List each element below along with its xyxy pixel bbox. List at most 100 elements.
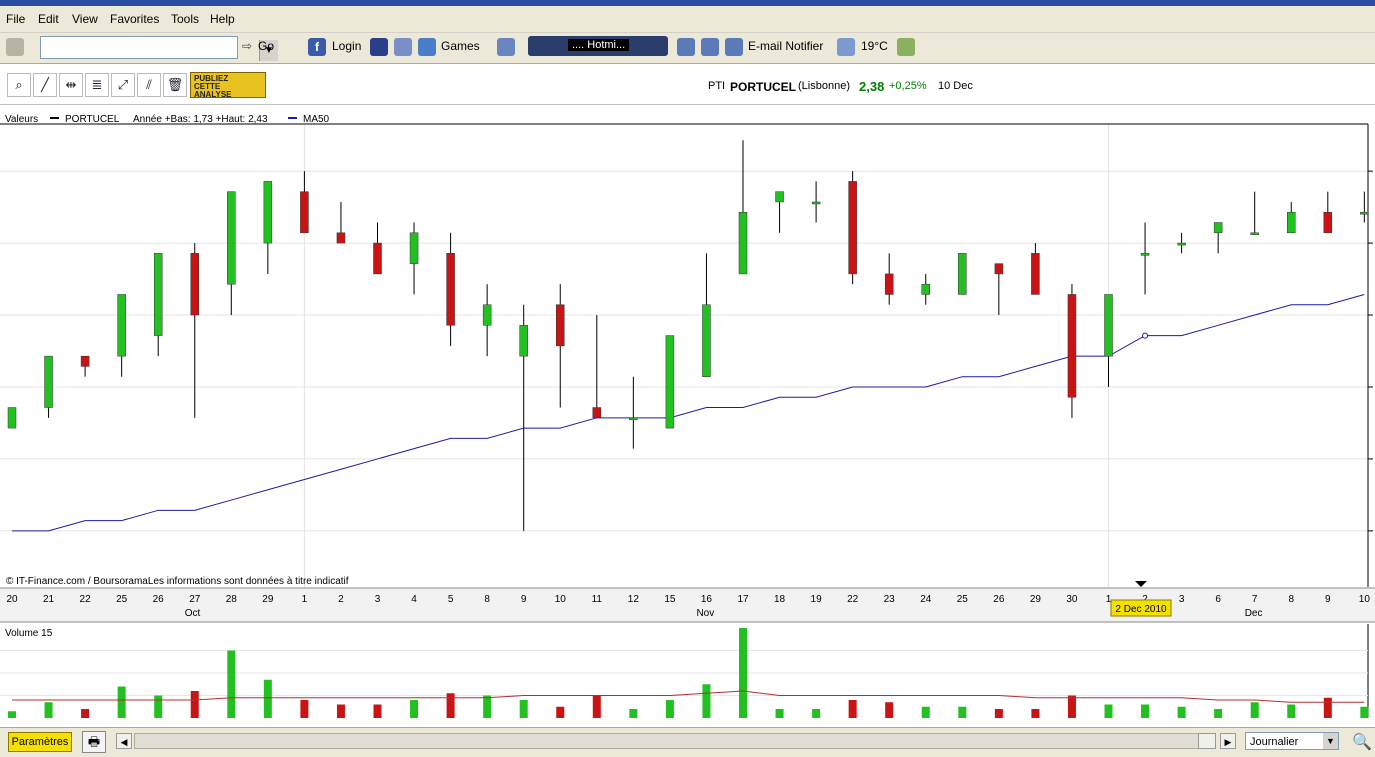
- date-tick-label: 8: [484, 594, 490, 605]
- weather-icon[interactable]: [837, 38, 855, 56]
- candle-body: [811, 201, 821, 205]
- quote-code: PTI: [708, 80, 726, 92]
- addon-icon[interactable]: [897, 38, 915, 56]
- toolbar-logo-icon[interactable]: [6, 38, 24, 56]
- email-icon[interactable]: [725, 38, 743, 56]
- candle-body: [1031, 253, 1040, 295]
- games-icon[interactable]: [418, 38, 436, 56]
- menu-file[interactable]: File: [6, 12, 25, 26]
- volume-bar: [263, 679, 272, 718]
- candle-body: [775, 191, 784, 203]
- horizontal-scrollbar[interactable]: [134, 733, 1214, 749]
- volume-bar: [519, 700, 528, 718]
- volume-bar: [702, 684, 711, 718]
- date-tick-label: 17: [737, 594, 749, 605]
- volume-bar: [812, 709, 821, 718]
- go-arrow-icon[interactable]: ⇨: [242, 39, 252, 53]
- month-label: Nov: [696, 608, 714, 619]
- legend-ma: MA50: [303, 114, 330, 125]
- candle-body: [592, 407, 602, 419]
- date-tick-label: 1: [302, 594, 308, 605]
- date-tick-label: 2: [338, 594, 344, 605]
- legend-valeurs: Valeurs: [5, 114, 38, 125]
- trash-icon[interactable]: 🗑: [163, 73, 187, 97]
- candle-body: [1360, 211, 1369, 215]
- candle-body: [1323, 211, 1333, 234]
- chat-icon[interactable]: [677, 38, 695, 56]
- scroll-left-icon[interactable]: ◀: [116, 733, 132, 749]
- candle-body: [665, 335, 675, 429]
- date-tick-label: 12: [628, 594, 640, 605]
- parallel-tool-icon[interactable]: ⫽: [137, 73, 161, 97]
- email-notifier-button[interactable]: E-mail Notifier: [748, 39, 823, 53]
- volume-bar: [190, 691, 199, 718]
- date-tick-label: 22: [80, 594, 92, 605]
- radio-icon[interactable]: [497, 38, 515, 56]
- volume-bar: [1104, 704, 1113, 718]
- date-tick-label: 24: [920, 594, 932, 605]
- toolbar-search-input[interactable]: ▼: [40, 36, 278, 61]
- volume-bar: [592, 695, 601, 718]
- scroll-right-icon[interactable]: ▶: [1220, 733, 1236, 749]
- volume-bar: [1250, 702, 1259, 718]
- menu-favorites[interactable]: Favorites: [110, 12, 159, 26]
- channel-tool-icon[interactable]: ⤢: [111, 73, 135, 97]
- network-icon[interactable]: [701, 38, 719, 56]
- candle-body: [263, 181, 273, 244]
- volume-bar: [44, 702, 53, 718]
- quote-name: PORTUCEL: [730, 80, 796, 94]
- ma50-layer: [12, 293, 1365, 532]
- candle-body: [227, 191, 236, 285]
- candle-body: [1287, 211, 1296, 234]
- volume-bar: [154, 695, 163, 718]
- ma50-line: [12, 293, 1365, 532]
- volume-bar: [373, 704, 382, 718]
- quote-date: 10 Dec: [938, 80, 973, 92]
- candle-body: [519, 325, 528, 357]
- publish-analysis-button[interactable]: PUBLIEZ CETTE ANALYSE: [190, 72, 266, 99]
- candle-body: [1067, 294, 1077, 398]
- volume-bar: [994, 709, 1003, 718]
- candle-body: [117, 294, 126, 357]
- menu-view[interactable]: View: [72, 12, 98, 26]
- line-tool-icon[interactable]: ╱: [33, 73, 57, 97]
- candle-body: [336, 232, 346, 244]
- temperature-label[interactable]: 19°C: [861, 39, 888, 53]
- facebook-icon[interactable]: f: [308, 38, 326, 56]
- go-button[interactable]: Go: [258, 39, 274, 53]
- hotmail-widget[interactable]: .... Hotmi...: [528, 36, 668, 56]
- calendar-icon[interactable]: [394, 38, 412, 56]
- login-button[interactable]: Login: [332, 39, 361, 53]
- date-tick-label: 8: [1288, 594, 1294, 605]
- candle-body: [702, 304, 711, 377]
- zoom-tool-icon[interactable]: ⌕: [7, 73, 31, 97]
- price-chart[interactable]: Valeurs PORTUCEL Année +Bas: 1,73 +Haut:…: [0, 104, 1375, 726]
- chevron-down-icon[interactable]: ▼: [1323, 733, 1338, 749]
- scroll-thumb[interactable]: [1198, 733, 1216, 749]
- date-tick-label: 4: [411, 594, 417, 605]
- volume-bar: [556, 706, 565, 718]
- period-select[interactable]: Journalier ▼: [1245, 732, 1339, 750]
- menu-help[interactable]: Help: [210, 12, 235, 26]
- date-tick-label: 22: [847, 594, 859, 605]
- volume-bar: [885, 702, 894, 718]
- cursor-marker-icon: [1135, 581, 1147, 587]
- parametres-button[interactable]: Paramètres: [8, 732, 72, 752]
- youtube-icon[interactable]: [370, 38, 388, 56]
- date-tick-label: 27: [189, 594, 201, 605]
- games-button[interactable]: Games: [441, 39, 480, 53]
- date-tick-label: 3: [1179, 594, 1185, 605]
- print-icon[interactable]: 🖶: [82, 731, 106, 753]
- candle-body: [373, 242, 382, 275]
- menu-edit[interactable]: Edit: [38, 12, 59, 26]
- hline-tool-icon[interactable]: ⇹: [59, 73, 83, 97]
- menu-tools[interactable]: Tools: [171, 12, 199, 26]
- volume-bar: [117, 686, 126, 718]
- candle-body: [738, 211, 748, 275]
- volume-title: Volume 15: [5, 628, 53, 639]
- date-tick-label: 26: [153, 594, 165, 605]
- fibonacci-tool-icon[interactable]: ≣: [85, 73, 109, 97]
- zoom-out-icon[interactable]: 🔍: [1352, 732, 1372, 752]
- candle-body: [884, 273, 894, 295]
- legend-range: Année +Bas: 1,73 +Haut: 2,43: [133, 114, 268, 125]
